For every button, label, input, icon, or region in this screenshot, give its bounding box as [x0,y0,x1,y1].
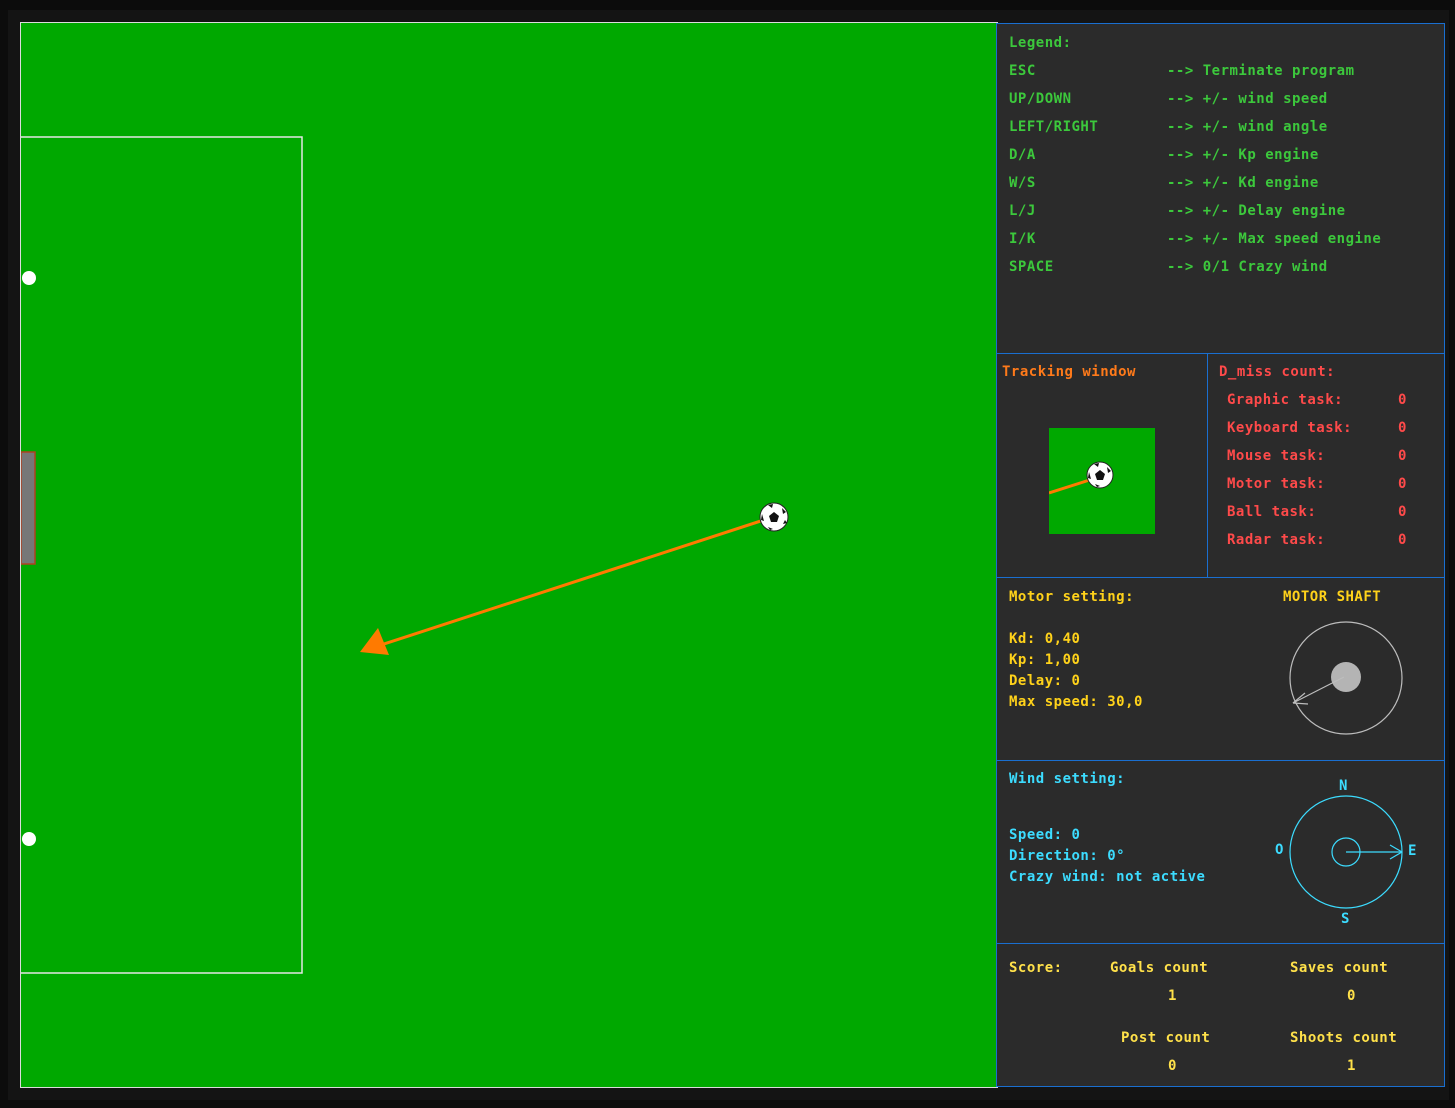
dmiss-value: 0 [1398,448,1407,464]
legend-action: --> +/- wind angle [1167,119,1328,135]
motor-kp: Kp: 1,00 [1009,652,1081,668]
compass-north: N [1339,778,1348,794]
score-title: Score: [1009,960,1063,976]
dmiss-value: 0 [1398,392,1407,408]
wind-speed: Speed: 0 [1009,827,1081,843]
motor-shaft-dial [1289,621,1403,735]
wind-compass [1289,795,1403,909]
motor-panel: Motor setting: MOTOR SHAFT Kd: 0,40 Kp: … [996,577,1445,761]
shoots-label: Shoots count [1290,1030,1398,1046]
post-value: 0 [1168,1058,1177,1074]
score-panel: Score: Goals count 1 Saves count 0 Post … [996,943,1445,1087]
motor-title: Motor setting: [1009,589,1135,605]
motor-shaft-needle [1292,676,1345,704]
goals-label: Goals count [1110,960,1209,976]
dmiss-value: 0 [1398,420,1407,436]
compass-west: O [1275,842,1284,858]
goal-post-top [22,271,36,285]
soccer-ball-icon [1086,461,1114,489]
wind-title: Wind setting: [1009,771,1126,787]
dmiss-value: 0 [1398,476,1407,492]
legend-key: UP/DOWN [1009,91,1072,107]
goals-value: 1 [1168,988,1177,1004]
dmiss-label: Motor task: [1227,476,1326,492]
saves-value: 0 [1347,988,1356,1004]
tracking-panel: Tracking window [996,353,1208,578]
soccer-ball-icon [759,502,789,532]
post-label: Post count [1121,1030,1211,1046]
shoots-value: 1 [1347,1058,1356,1074]
dmiss-panel: D_miss count: Graphic task: 0 Keyboard t… [1207,353,1445,578]
dmiss-label: Mouse task: [1227,448,1326,464]
legend-action: --> +/- Delay engine [1167,203,1346,219]
motor-shaft-hub [1331,662,1361,692]
legend-action: --> +/- Kd engine [1167,175,1319,191]
legend-action: --> Terminate program [1167,63,1355,79]
motor-shaft-title: MOTOR SHAFT [1283,589,1382,605]
motor-delay: Delay: 0 [1009,673,1081,689]
arrow-head-icon [360,628,389,655]
legend-action: --> +/- Kp engine [1167,147,1319,163]
tracking-view [1049,428,1155,534]
dmiss-label: Ball task: [1227,504,1317,520]
legend-key: I/K [1009,231,1036,247]
dmiss-value: 0 [1398,532,1407,548]
dmiss-label: Keyboard task: [1227,420,1353,436]
compass-south: S [1341,911,1350,927]
saves-label: Saves count [1290,960,1389,976]
legend-key: L/J [1009,203,1036,219]
legend-action: --> +/- Max speed engine [1167,231,1382,247]
legend-key: ESC [1009,63,1036,79]
legend-key: W/S [1009,175,1036,191]
goalkeeper [21,451,36,565]
legend-title: Legend: [1009,35,1072,51]
tracking-title: Tracking window [1002,364,1136,380]
dmiss-value: 0 [1398,504,1407,520]
goal-post-bottom [22,832,36,846]
legend-key: LEFT/RIGHT [1009,119,1099,135]
field-drawing [21,136,789,974]
compass-east: E [1408,843,1417,859]
penalty-box [21,136,303,974]
dmiss-title: D_miss count: [1219,364,1336,380]
motor-kd: Kd: 0,40 [1009,631,1081,647]
dmiss-label: Graphic task: [1227,392,1344,408]
legend-key: D/A [1009,147,1036,163]
wind-crazy: Crazy wind: not active [1009,869,1206,885]
legend-action: --> +/- wind speed [1167,91,1328,107]
dmiss-label: Radar task: [1227,532,1326,548]
wind-panel: Wind setting: Speed: 0 Direction: 0° Cra… [996,760,1445,944]
motor-max-speed: Max speed: 30,0 [1009,694,1143,710]
shot-trajectory [380,515,774,647]
wind-direction: Direction: 0° [1009,848,1126,864]
legend-panel: Legend: ESC --> Terminate program UP/DOW… [996,23,1445,354]
soccer-field [20,22,998,1088]
legend-key: SPACE [1009,259,1054,275]
legend-action: --> 0/1 Crazy wind [1167,259,1328,275]
